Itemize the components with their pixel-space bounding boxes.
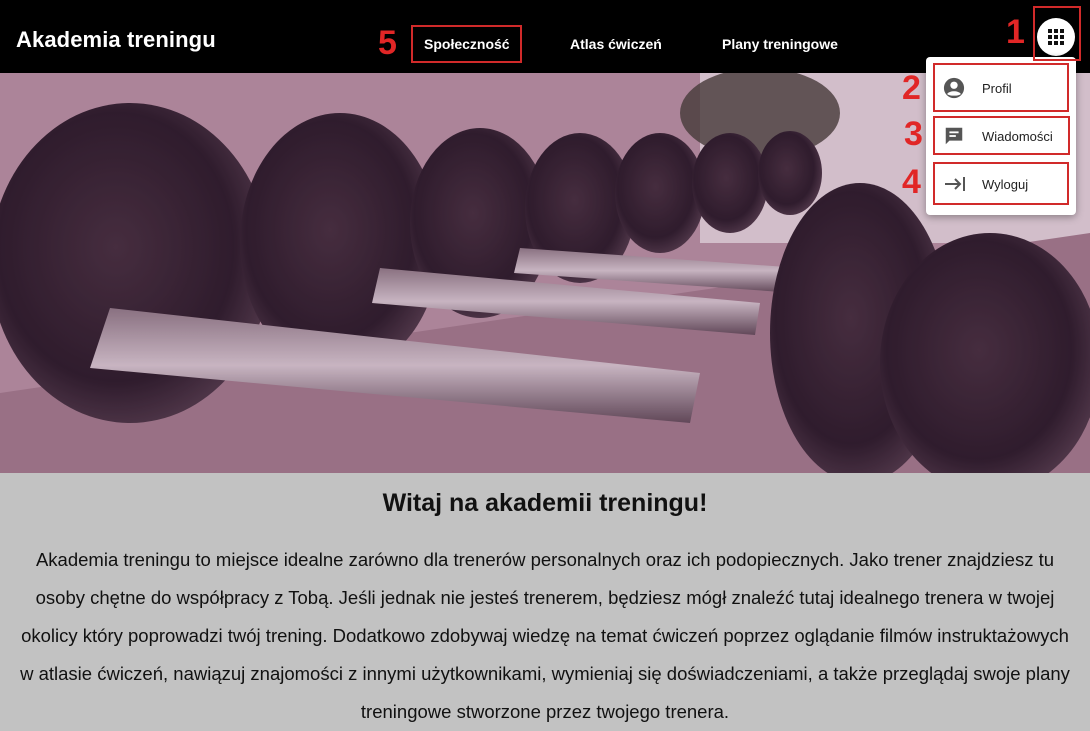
- brand-title[interactable]: Akademia treningu: [16, 27, 216, 53]
- annotation-box-logout: [933, 162, 1069, 205]
- annotation-marker-2: 2: [902, 69, 921, 107]
- annotation-box-messages: [933, 116, 1070, 155]
- welcome-section: Witaj na akademii treningu! Akademia tre…: [0, 473, 1090, 731]
- welcome-paragraph: Akademia treningu to miejsce idealne zar…: [20, 549, 1070, 722]
- annotation-marker-1: 1: [1006, 13, 1025, 51]
- annotation-marker-5: 5: [378, 24, 397, 62]
- annotation-marker-3: 3: [904, 115, 923, 153]
- nav-training-plans[interactable]: Plany treningowe: [722, 36, 838, 52]
- annotation-box-apps: [1033, 6, 1081, 61]
- welcome-title: Witaj na akademii treningu!: [382, 489, 708, 517]
- annotation-box-profile: [933, 63, 1069, 112]
- annotation-box-nav: [411, 25, 522, 63]
- nav-exercise-atlas[interactable]: Atlas ćwiczeń: [570, 36, 662, 52]
- annotation-marker-4: 4: [902, 163, 921, 201]
